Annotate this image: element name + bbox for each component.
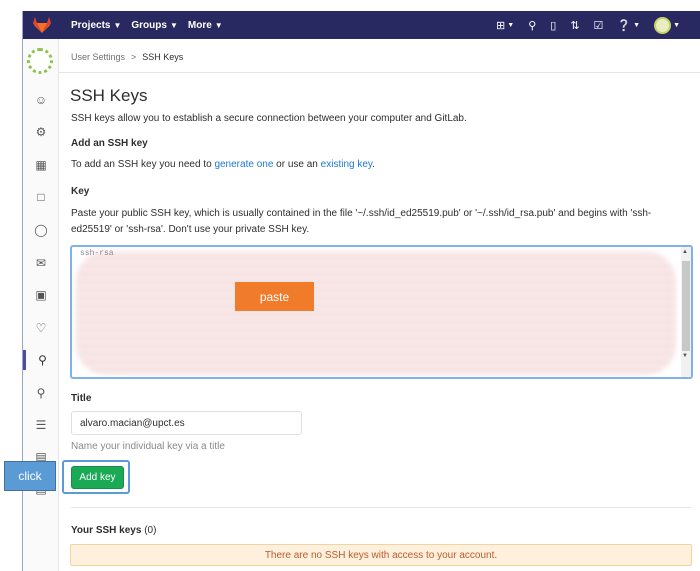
password-lock-icon[interactable]: ▣ <box>23 285 59 305</box>
your-ssh-keys-heading: Your SSH keys (0) <box>71 525 156 536</box>
merge-request-icon[interactable]: ⇅ <box>570 19 579 32</box>
add-ssh-key-heading: Add an SSH key <box>71 138 148 149</box>
notifications-bell-icon[interactable]: ♡ <box>23 318 59 338</box>
add-key-button[interactable]: Add key <box>71 466 124 489</box>
nav-more[interactable]: More ▼ <box>188 20 223 31</box>
account-icon[interactable]: ⚙ <box>23 122 59 142</box>
applications-icon[interactable]: ▦ <box>23 155 59 175</box>
generate-one-link[interactable]: generate one <box>214 159 273 170</box>
user-menu[interactable]: ▼ <box>654 16 680 34</box>
chevron-down-icon: ▼ <box>113 20 122 30</box>
chevron-down-icon: ▼ <box>673 21 680 29</box>
search-icon[interactable]: ⚲ <box>528 19 536 32</box>
title-label: Title <box>71 393 92 404</box>
breadcrumb: User Settings > SSH Keys <box>71 52 183 62</box>
gpg-keys-key-icon[interactable]: ⚲ <box>23 383 59 403</box>
breadcrumb-ssh-keys[interactable]: SSH Keys <box>142 52 183 62</box>
add-text-part: . <box>372 159 375 170</box>
access-tokens-icon[interactable]: ◯ <box>23 220 59 240</box>
help-dropdown[interactable]: ❔ ▼ <box>617 19 640 32</box>
paste-annotation: paste <box>235 282 314 311</box>
scroll-up-icon[interactable]: ▲ <box>682 249 688 255</box>
preferences-sliders-icon[interactable]: ☰ <box>23 415 59 435</box>
nav-groups[interactable]: Groups ▼ <box>131 20 177 31</box>
chevron-down-icon: ▼ <box>507 21 515 29</box>
todo-icon[interactable]: ☑ <box>594 19 604 32</box>
divider <box>59 72 700 73</box>
page-intro: SSH keys allow you to establish a secure… <box>71 113 467 124</box>
chevron-down-icon: ▼ <box>169 20 178 30</box>
add-text-part: To add an SSH key you need to <box>71 159 215 170</box>
breadcrumb-user-settings[interactable]: User Settings <box>71 52 125 62</box>
ssh-keys-key-icon[interactable]: ⚲ <box>23 350 59 370</box>
new-dropdown[interactable]: ⊞ ▼ <box>496 19 514 32</box>
help-icon: ❔ <box>617 19 632 32</box>
avatar <box>654 16 672 34</box>
key-textarea[interactable]: ssh-rsa ▲ ▼ <box>70 245 693 379</box>
existing-key-link[interactable]: existing key <box>321 159 373 170</box>
nav-projects-label: Projects <box>71 19 111 31</box>
key-label: Key <box>71 186 90 197</box>
redacted-key-content <box>76 251 676 375</box>
settings-sidebar: ☺ ⚙ ▦ □ ◯ ✉ ▣ ♡ ⚲ ⚲ ☰ ▤ ▤ <box>23 39 59 571</box>
title-help-text: Name your individual key via a title <box>71 441 225 452</box>
your-ssh-keys-label: Your SSH keys <box>71 525 142 536</box>
click-annotation: click <box>4 461 56 491</box>
no-keys-notice: There are no SSH keys with access to you… <box>70 544 692 566</box>
divider <box>71 507 691 508</box>
top-right-icons: ⊞ ▼ ⚲ ▯ ⇅ ☑ ❔ ▼ ▼ <box>496 16 700 34</box>
page-title: SSH Keys <box>70 86 148 105</box>
nav-projects[interactable]: Projects ▼ <box>71 20 121 31</box>
add-text-part: or use an <box>273 159 321 170</box>
emails-icon[interactable]: ✉ <box>23 253 59 273</box>
ssh-keys-count: (0) <box>144 525 157 536</box>
chevron-down-icon: ▼ <box>633 21 641 29</box>
key-help-text: Paste your public SSH key, which is usua… <box>71 208 652 235</box>
textarea-scrollbar[interactable]: ▲ ▼ <box>681 247 691 377</box>
chevron-down-icon: ▼ <box>214 20 223 30</box>
issues-icon[interactable]: ▯ <box>550 19 556 32</box>
scroll-down-icon[interactable]: ▼ <box>682 353 688 359</box>
chat-icon[interactable]: □ <box>23 187 59 207</box>
top-navbar: Projects ▼ Groups ▼ More ▼ ⊞ ▼ ⚲ ▯ ⇅ ☑ ❔ ▼ ▼ <box>23 11 700 39</box>
profile-icon[interactable]: ☺ <box>23 90 59 110</box>
add-ssh-key-text: To add an SSH key you need to generate o… <box>71 159 375 170</box>
breadcrumb-separator: > <box>131 52 137 62</box>
nav-groups-label: Groups <box>131 19 167 31</box>
title-input[interactable] <box>71 411 302 435</box>
scrollbar-thumb[interactable] <box>682 261 690 351</box>
gitlab-logo-icon[interactable] <box>23 11 61 39</box>
avatar[interactable] <box>27 48 53 74</box>
plus-icon: ⊞ <box>496 19 506 32</box>
key-value-prefix: ssh-rsa <box>80 249 114 258</box>
nav-more-label: More <box>187 19 212 31</box>
